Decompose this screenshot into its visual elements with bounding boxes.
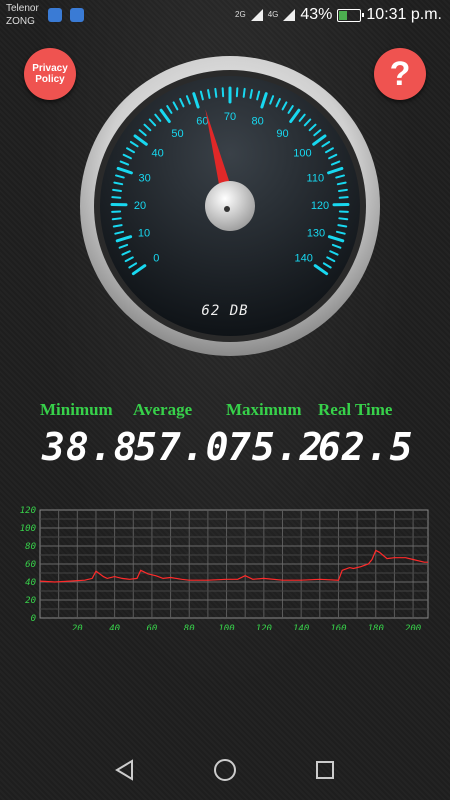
chart-y-tick-label: 40 bbox=[25, 578, 36, 588]
gauge-tick-label: 130 bbox=[307, 228, 325, 240]
gauge-tick-label: 0 bbox=[153, 253, 159, 265]
status-bar: Telenor ZONG 2G 4G 43% 10:31 p.m. bbox=[0, 0, 450, 32]
home-button[interactable] bbox=[211, 756, 239, 784]
status-right: 2G 4G 43% 10:31 p.m. bbox=[235, 5, 442, 25]
gauge-minor-tick bbox=[337, 188, 348, 192]
minimum-label: Minimum bbox=[40, 400, 113, 419]
gauge-minor-tick bbox=[214, 87, 218, 98]
battery-percent: 43% bbox=[300, 6, 333, 23]
carrier-name-2: ZONG bbox=[6, 16, 35, 27]
chart-y-tick-label: 60 bbox=[25, 560, 36, 570]
gauge-tick-label: 120 bbox=[311, 200, 329, 212]
gauge-tick-label: 30 bbox=[139, 172, 151, 184]
gauge-hub-center bbox=[224, 206, 230, 212]
real-time-value: 62.5 bbox=[318, 425, 414, 469]
chart-x-tick-label: 60 bbox=[147, 624, 158, 630]
gauge-minor-tick bbox=[111, 196, 122, 199]
gauge-minor-tick bbox=[242, 87, 246, 98]
network-type-2: 4G bbox=[267, 10, 279, 19]
back-button[interactable] bbox=[111, 756, 139, 784]
gauge-minor-tick bbox=[337, 224, 348, 228]
gauge-minor-tick bbox=[112, 224, 123, 228]
chart-x-tick-label: 200 bbox=[405, 624, 421, 630]
decibel-readout: 62 DB bbox=[201, 303, 249, 319]
average-label: Average bbox=[133, 400, 193, 419]
privacy-label-line1: Privacy bbox=[32, 63, 68, 74]
gauge-minor-tick bbox=[111, 217, 122, 221]
privacy-label-line2: Policy bbox=[35, 74, 65, 85]
help-icon: ? bbox=[389, 54, 411, 93]
real-time-label: Real Time bbox=[318, 400, 393, 419]
chart-y-tick-label: 120 bbox=[20, 506, 36, 516]
recents-button[interactable] bbox=[311, 756, 339, 784]
chart-y-tick-label: 0 bbox=[31, 614, 36, 624]
battery-icon bbox=[337, 8, 365, 22]
chart-x-tick-label: 160 bbox=[330, 624, 346, 630]
notification-health-icon bbox=[48, 8, 62, 22]
chart-x-tick-label: 120 bbox=[256, 624, 272, 630]
network-type-1: 2G bbox=[235, 10, 246, 19]
privacy-policy-button[interactable]: Privacy Policy bbox=[24, 48, 76, 100]
chart-x-tick-label: 80 bbox=[184, 624, 195, 630]
maximum-label: Maximum bbox=[226, 400, 302, 419]
gauge-minor-tick bbox=[112, 188, 123, 192]
gauge-tick-label: 40 bbox=[151, 148, 163, 160]
help-button[interactable]: ? bbox=[374, 48, 426, 100]
chart-x-tick-label: 100 bbox=[218, 624, 234, 630]
average-value: 57.0 bbox=[134, 425, 230, 469]
navigation-bar bbox=[0, 740, 450, 800]
recents-icon bbox=[316, 761, 334, 779]
gauge-tick-label: 20 bbox=[134, 200, 146, 212]
gauge-minor-tick bbox=[338, 217, 349, 221]
gauge-tick-label: 60 bbox=[196, 115, 208, 127]
back-icon bbox=[115, 759, 133, 781]
signal-icon-2 bbox=[283, 9, 296, 21]
gauge-tick-label: 90 bbox=[276, 128, 288, 140]
gauge-minor-tick bbox=[338, 196, 349, 199]
clock: 10:31 p.m. bbox=[366, 6, 442, 23]
signal-icon-1 bbox=[250, 9, 263, 21]
chart-x-tick-label: 20 bbox=[72, 624, 83, 630]
maximum-value: 75.2 bbox=[228, 425, 324, 469]
chart-y-tick-label: 80 bbox=[25, 542, 36, 552]
gauge-tick-label: 110 bbox=[307, 172, 325, 184]
chart-x-tick-label: 180 bbox=[368, 624, 384, 630]
gauge-tick-label: 80 bbox=[251, 115, 263, 127]
sound-level-history-chart: 0 20 40 60 80 100 120 20 40 60 80 100 120 140 160 180 2… bbox=[20, 506, 429, 630]
carrier-name-1: Telenor bbox=[6, 3, 39, 14]
gauge-tick-label: 70 bbox=[224, 111, 236, 123]
chart-y-tick-label: 100 bbox=[20, 524, 36, 534]
gauge-tick-label: 140 bbox=[295, 253, 313, 265]
gauge-hub bbox=[205, 181, 255, 231]
gauge-tick-label: 50 bbox=[171, 128, 183, 140]
chart-x-tick-label: 140 bbox=[293, 624, 309, 630]
gauge-tick-label: 10 bbox=[138, 228, 150, 240]
chart-y-tick-label: 20 bbox=[25, 596, 36, 606]
usb-icon bbox=[70, 8, 84, 22]
home-icon bbox=[214, 759, 236, 781]
chart-x-tick-label: 40 bbox=[109, 624, 120, 630]
minimum-value: 38.8 bbox=[42, 425, 138, 469]
gauge-tick-label: 100 bbox=[293, 148, 311, 160]
